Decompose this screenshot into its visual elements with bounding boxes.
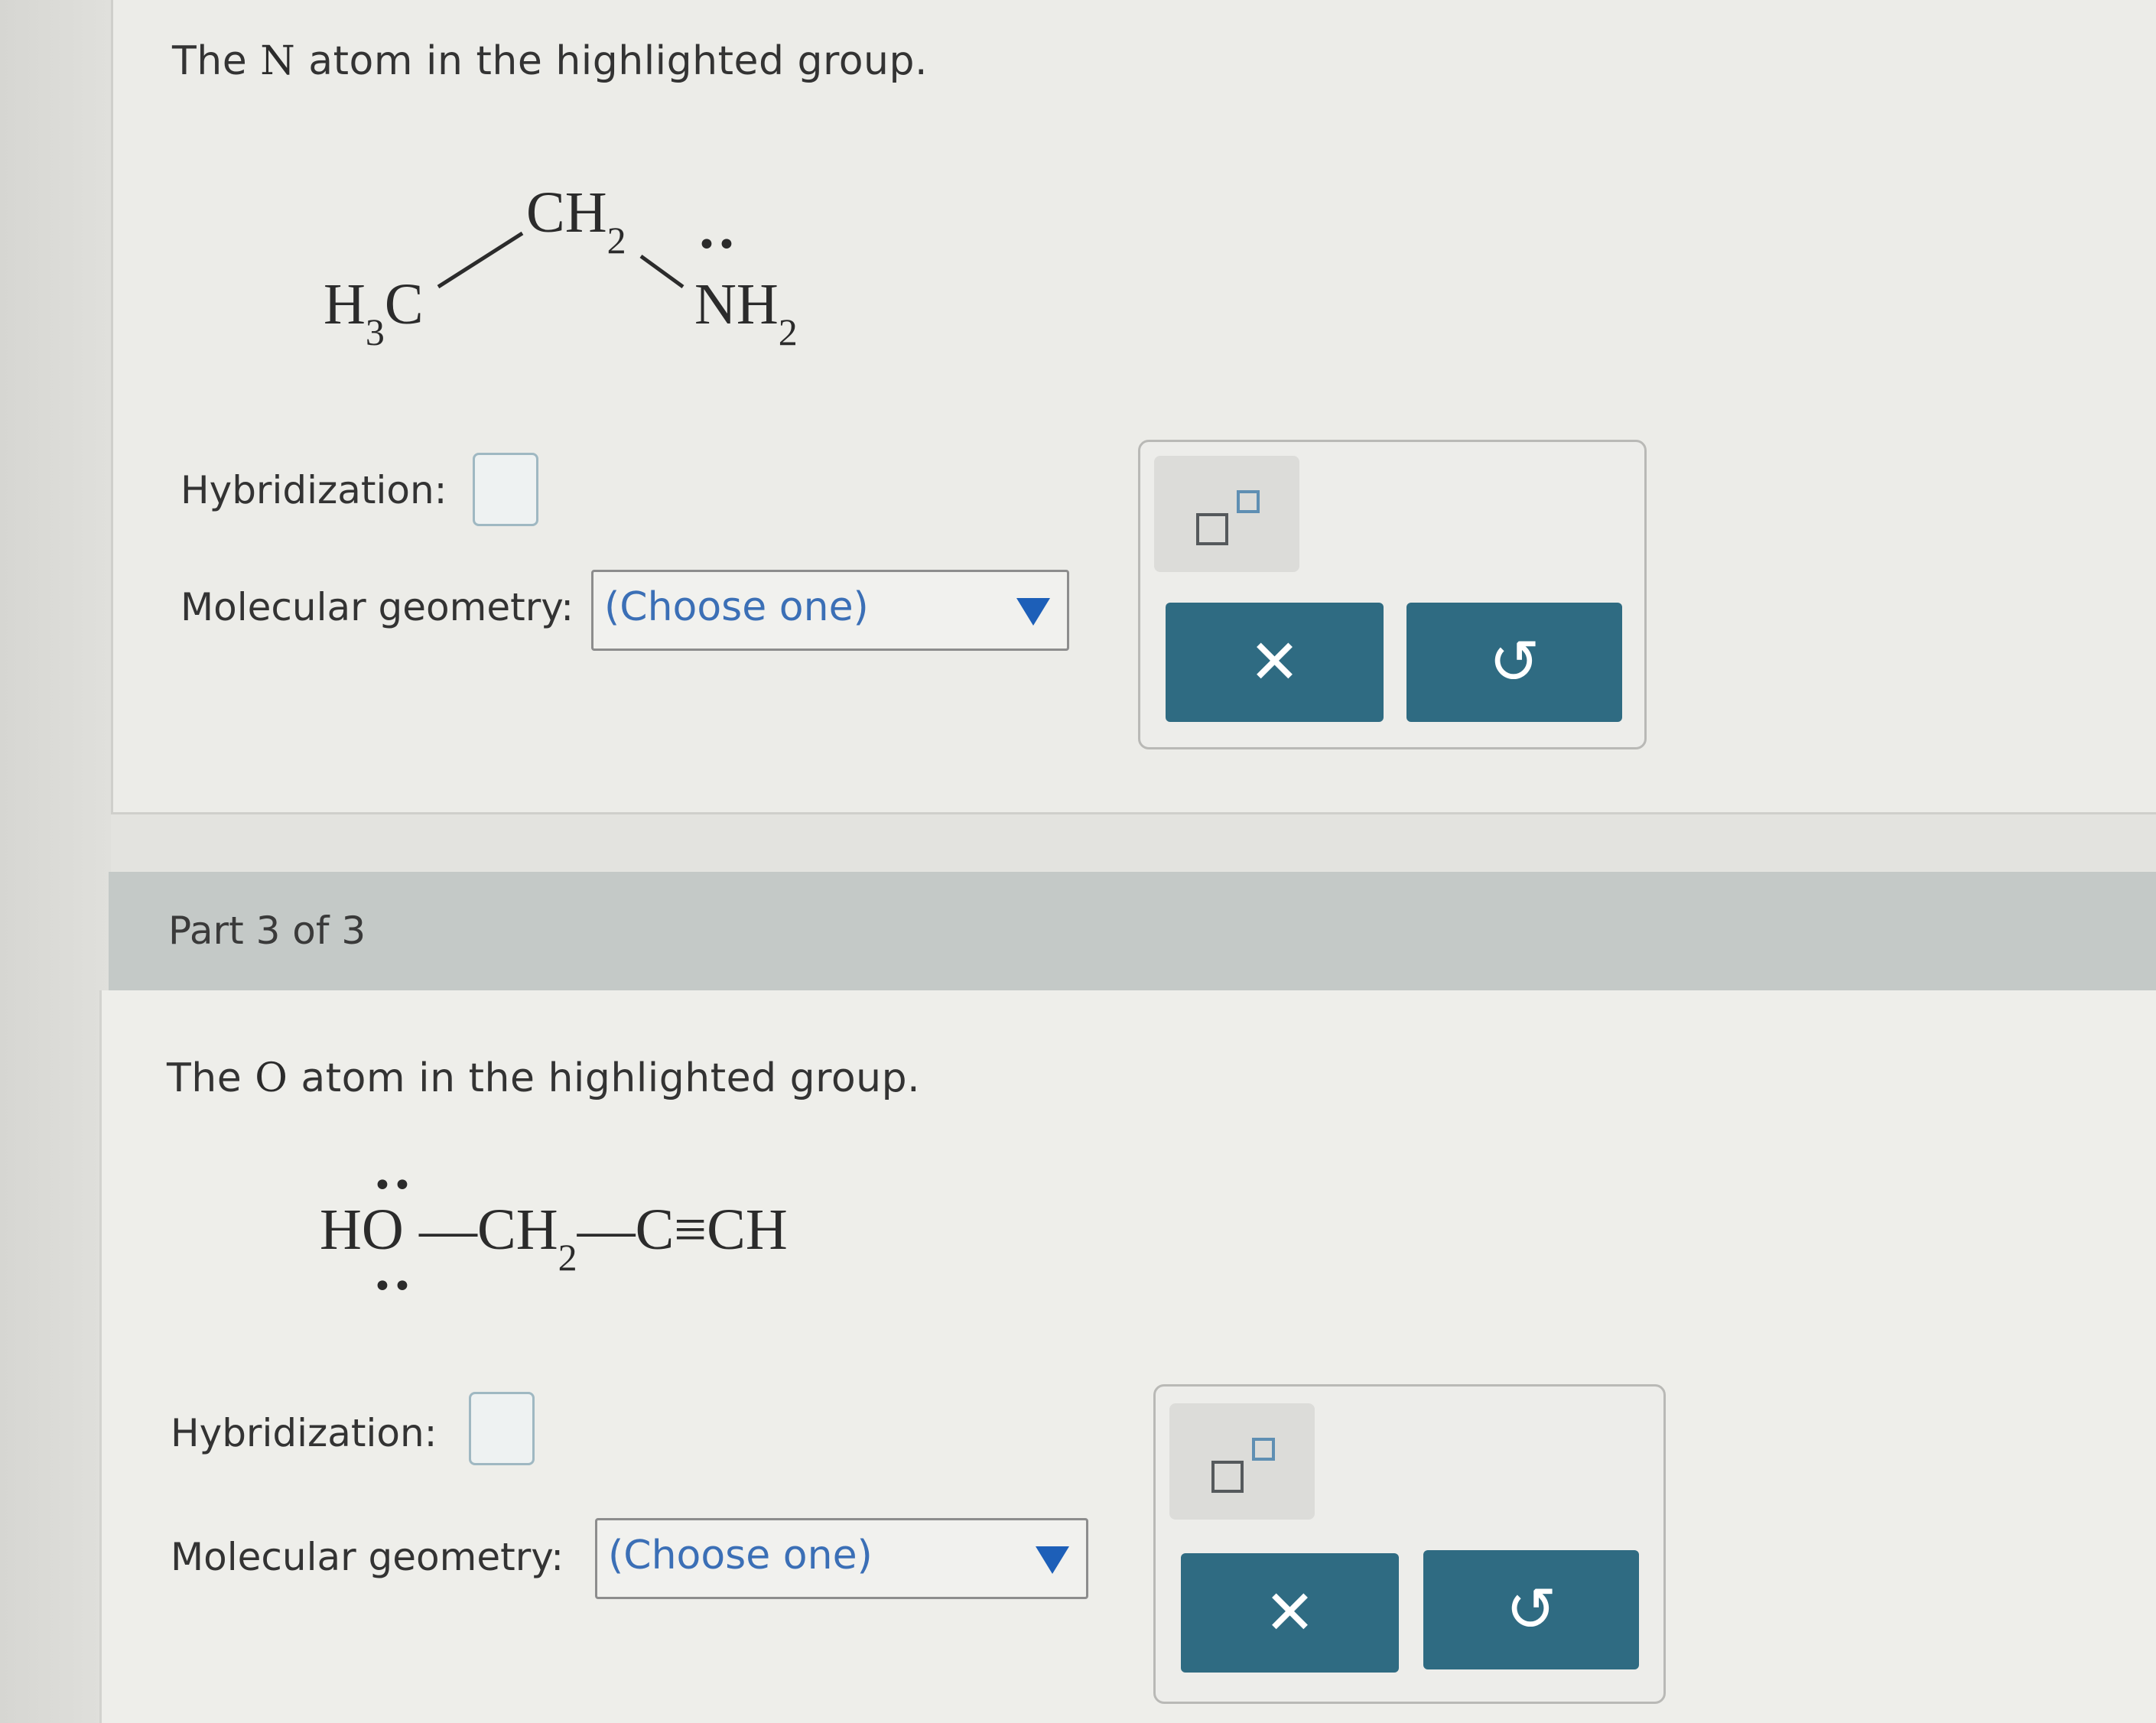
mol-ho-highlighted: HO [320,1198,404,1262]
question-card-part-3: The O atom in the highlighted group. HO … [99,990,2156,1723]
geometry-select[interactable]: (Choose one) [595,1518,1088,1599]
superscript-base-icon [1196,513,1228,545]
geometry-select-value: (Choose one) [608,1533,873,1578]
geometry-select-value: (Choose one) [604,584,869,630]
superscript-base-icon [1211,1461,1244,1493]
superscript-exponent-icon [1237,490,1260,513]
part-header: Part 3 of 3 [109,872,2156,990]
hybridization-label: Hybridization: [171,1411,437,1455]
part-header-title: Part 3 of 3 [168,909,366,953]
answer-toolbar: ✕ ↺ [1153,1384,1666,1704]
mol-ch2-chain: —CH2—C≡CH [419,1198,788,1279]
hybridization-input[interactable] [473,453,538,526]
question-card-part-2: The N atom in the highlighted group. H3C… [111,0,2156,814]
hybridization-input[interactable] [469,1392,535,1465]
lone-pair-dots-bottom: •• [372,1267,412,1306]
superscript-exponent-icon [1252,1438,1275,1461]
clear-button[interactable]: ✕ [1166,603,1384,722]
bond-lines [437,231,685,289]
answer-toolbar: ✕ ↺ [1138,440,1647,749]
clear-button[interactable]: ✕ [1181,1553,1399,1673]
superscript-button[interactable] [1154,456,1299,572]
undo-button[interactable]: ↺ [1423,1550,1639,1669]
lone-pair-dots-top: •• [372,1166,412,1205]
prompt-atom: O [255,1055,288,1101]
geometry-select[interactable]: (Choose one) [591,570,1069,651]
undo-button[interactable]: ↺ [1406,603,1622,722]
hybridization-label: Hybridization: [180,468,447,512]
dropdown-arrow-icon [1036,1546,1069,1574]
page-margin [0,0,111,1723]
geometry-label: Molecular geometry: [171,1535,564,1579]
dropdown-arrow-icon [1016,598,1050,626]
question-prompt: The O atom in the highlighted group. [167,1055,921,1101]
superscript-button[interactable] [1169,1403,1315,1520]
geometry-label: Molecular geometry: [180,585,574,629]
